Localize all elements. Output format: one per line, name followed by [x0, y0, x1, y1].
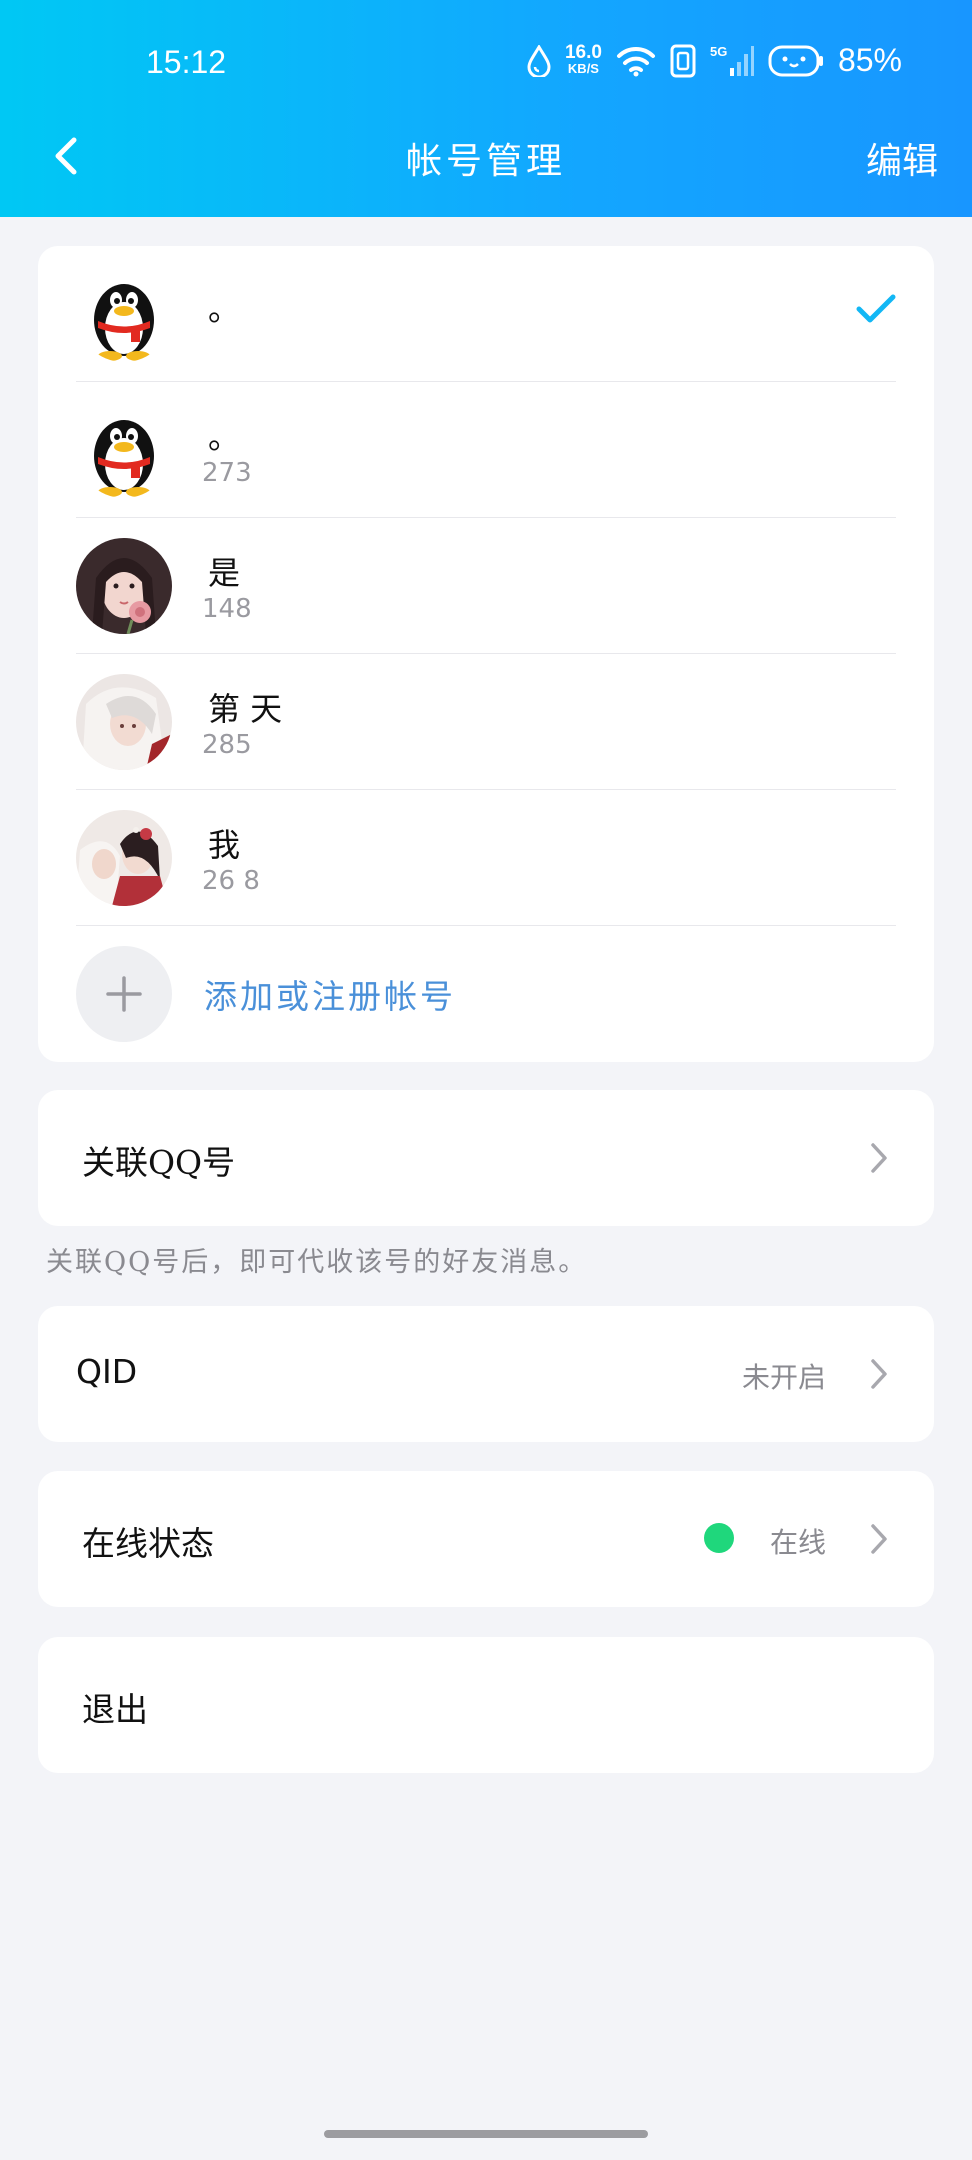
add-account-button[interactable]: 添加或注册帐号 [38, 926, 934, 1062]
account-name: 是 [208, 554, 241, 592]
page-title: 帐号管理 [405, 141, 566, 182]
qid-status: 未开启 [741, 1361, 826, 1394]
account-row[interactable]: 。 [38, 246, 934, 382]
svg-text:5G: 5G [710, 44, 727, 59]
plus-icon [106, 976, 142, 1012]
online-status-label: 在线状态 [82, 1524, 214, 1563]
linked-qq-row[interactable]: 关联QQ号 [38, 1090, 934, 1226]
net-speed-unit: KB/S [567, 60, 599, 76]
illustration-avatar [76, 810, 172, 906]
logout-button[interactable]: 退出 [38, 1637, 934, 1773]
chevron-right-icon [871, 1524, 887, 1554]
linked-qq-label: 关联QQ号 [82, 1143, 236, 1182]
account-id: 148 [202, 594, 252, 624]
account-name: 第 天 [208, 690, 283, 728]
face-battery-icon [768, 45, 823, 76]
wifi-icon [616, 46, 655, 76]
chevron-right-icon [871, 1143, 887, 1173]
account-id: 26 8 [202, 866, 260, 896]
account-row[interactable]: 我 26 8 [38, 790, 934, 926]
qq-penguin-avatar [76, 402, 172, 498]
net-speed: 16.0 KB/S [564, 41, 602, 77]
nav-bar: 帐号管理 编辑 [0, 118, 972, 198]
illustration-avatar [76, 674, 172, 770]
online-status-row[interactable]: 在线状态 在线 [38, 1471, 934, 1607]
linked-qq-hint: 关联QQ号后，即可代收该号的好友消息。 [46, 1247, 588, 1278]
qid-row[interactable]: QID 未开启 [38, 1306, 934, 1442]
add-account-label: 添加或注册帐号 [204, 977, 456, 1016]
account-name: 。 [208, 290, 241, 328]
account-name: 我 [208, 826, 241, 864]
net-speed-value: 16.0 [564, 41, 602, 63]
qid-label: QID [76, 1352, 138, 1391]
account-name: 。 [208, 418, 241, 456]
edit-button[interactable]: 编辑 [866, 132, 938, 184]
account-id: 273 [202, 458, 252, 488]
add-avatar-placeholder [76, 946, 172, 1042]
battery-percent: 85% [837, 42, 902, 78]
account-row[interactable]: 第 天 285 [38, 654, 934, 790]
account-row[interactable]: 。 273 [38, 382, 934, 518]
qq-penguin-avatar [76, 266, 172, 362]
home-indicator[interactable] [324, 2130, 648, 2138]
status-icons: 16.0 KB/S 5G 85% [527, 42, 902, 79]
signal-5g-icon: 5G [710, 44, 754, 76]
logout-label: 退出 [82, 1690, 148, 1729]
status-bar: 15:12 16.0 KB/S 5G 85% [0, 36, 972, 92]
sim-card-icon [670, 44, 696, 77]
account-id: 285 [202, 730, 252, 760]
photo-avatar [76, 538, 172, 634]
chevron-right-icon [871, 1359, 887, 1389]
online-status-value: 在线 [769, 1526, 826, 1559]
status-time: 15:12 [146, 44, 227, 80]
water-drop-icon [527, 44, 551, 77]
online-dot [704, 1523, 734, 1553]
account-row[interactable]: 是 148 [38, 518, 934, 654]
check-icon [856, 294, 896, 323]
header: 15:12 16.0 KB/S 5G 85% 帐号管理 编辑 [0, 0, 972, 217]
account-list-card: 。 。 273 是 148 第 天 285 我 26 8 添加或注册帐号 [38, 246, 934, 1062]
